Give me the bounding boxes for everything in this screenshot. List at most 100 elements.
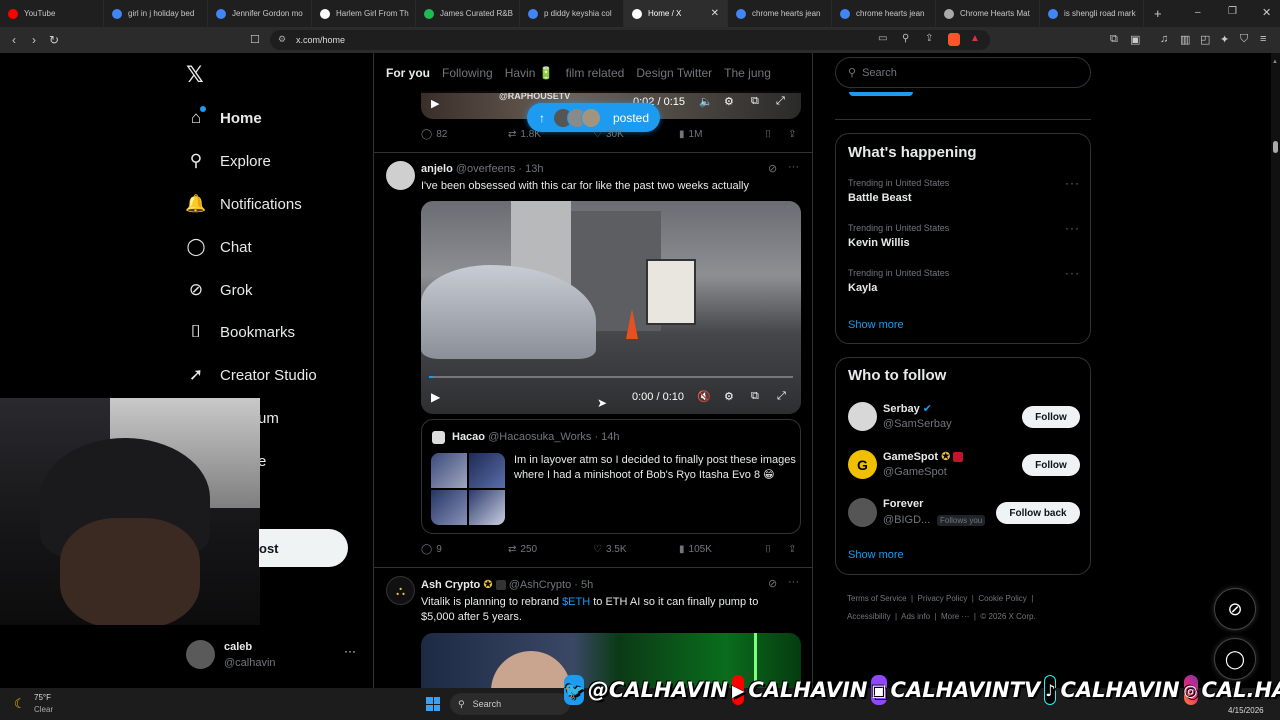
avatar[interactable]: G: [848, 450, 877, 479]
taskbar-search[interactable]: ⚲ Search: [450, 693, 570, 715]
avatar[interactable]: [848, 402, 877, 431]
fullscreen-icon[interactable]: ⤢: [777, 390, 786, 403]
like-button[interactable]: ♡ 30K: [593, 129, 624, 140]
close-tab-icon[interactable]: ✕: [711, 8, 719, 19]
follow-button[interactable]: Follow: [1022, 406, 1080, 428]
forward-icon[interactable]: ›: [24, 33, 44, 47]
more-icon[interactable]: ···: [788, 161, 799, 173]
nav-item-chat[interactable]: ◯ Chat: [186, 235, 251, 259]
browser-tab[interactable]: p diddy keyshia col: [520, 0, 624, 27]
play-icon[interactable]: ▶: [431, 390, 440, 404]
follow-button[interactable]: Follow: [1022, 454, 1080, 476]
quoted-post[interactable]: Hacao @Hacaosuka_Works · 14h Im in layov…: [421, 419, 801, 534]
weather-temp[interactable]: 75°F: [34, 693, 51, 702]
account-switcher[interactable]: caleb @calhavin ···: [186, 638, 361, 674]
nav-item-bookmarks[interactable]: ⌷ Bookmarks: [186, 320, 295, 344]
nav-item-grok[interactable]: ⊘ Grok: [186, 278, 253, 302]
share-post-icon[interactable]: ⇪: [788, 129, 796, 140]
timeline-tab[interactable]: For you: [386, 66, 430, 80]
author-handle[interactable]: @AshCrypto: [509, 579, 572, 591]
new-tab-button[interactable]: +: [1154, 6, 1162, 21]
menu-icon[interactable]: ≡: [1260, 33, 1266, 45]
sidebar-icon[interactable]: ▥: [1180, 33, 1190, 46]
share-icon[interactable]: ⇪: [925, 33, 933, 44]
settings-icon[interactable]: ⚙: [724, 390, 734, 403]
cast-icon[interactable]: ▭: [878, 33, 887, 44]
back-icon[interactable]: ‹: [4, 33, 24, 47]
avatar[interactable]: [848, 498, 877, 527]
footer-link[interactable]: Cookie Policy: [978, 594, 1026, 603]
wallet-icon[interactable]: ◰: [1200, 33, 1210, 46]
show-more-link[interactable]: Show more: [848, 549, 904, 561]
timeline-tab[interactable]: film related: [566, 66, 625, 80]
person-name[interactable]: GameSpot ✪: [883, 450, 964, 463]
settings-icon[interactable]: ⚙: [724, 95, 734, 108]
play-icon[interactable]: ▶: [431, 97, 439, 110]
screenshot-icon[interactable]: ▣: [1130, 33, 1140, 46]
author-handle[interactable]: @overfeens: [456, 163, 515, 175]
post-avatar[interactable]: [386, 161, 415, 190]
bookmark-post-icon[interactable]: ⌷: [765, 544, 771, 555]
more-icon[interactable]: ···: [1065, 176, 1080, 190]
volume-icon[interactable]: 🔈: [699, 95, 713, 108]
post-avatar[interactable]: ⛬: [386, 576, 415, 605]
timeline-tab[interactable]: Havin 🔋: [505, 66, 554, 80]
trend-item[interactable]: Trending in United States Kayla ···: [848, 266, 1080, 302]
post-time[interactable]: 13h: [525, 163, 543, 175]
site-info-icon[interactable]: ⚙: [278, 34, 286, 45]
browser-tab[interactable]: James Curated R&B: [416, 0, 520, 27]
start-button[interactable]: [426, 697, 440, 711]
browser-tab[interactable]: Chrome Hearts Mat: [936, 0, 1040, 27]
brave-shield-icon[interactable]: [948, 33, 960, 46]
footer-link[interactable]: Privacy Policy: [918, 594, 968, 603]
leo-icon[interactable]: ✦: [1220, 33, 1229, 46]
repost-button[interactable]: ⇄ 1.8K: [508, 129, 541, 140]
more-icon[interactable]: ···: [1065, 266, 1080, 280]
browser-tab[interactable]: Home / X ✕: [624, 0, 728, 27]
follow-back-button[interactable]: Follow back: [996, 502, 1080, 524]
mute-icon[interactable]: 🔇: [697, 390, 711, 403]
nav-item-home[interactable]: ⌂ Home: [186, 106, 262, 130]
trend-item[interactable]: Trending in United States Battle Beast ···: [848, 176, 1080, 212]
timeline-tab[interactable]: Design Twitter: [636, 66, 712, 80]
zoom-icon[interactable]: ⚲: [902, 33, 909, 44]
search-box[interactable]: ⚲ Search: [835, 57, 1091, 88]
reply-button[interactable]: ◯ 9: [421, 544, 442, 555]
footer-link[interactable]: Terms of Service: [847, 594, 907, 603]
grok-icon[interactable]: ⊘: [768, 577, 777, 590]
nav-item-explore[interactable]: ⚲ Explore: [186, 149, 271, 173]
cashtag-link[interactable]: $ETH: [562, 596, 590, 608]
more-icon[interactable]: ···: [788, 576, 799, 588]
footer-link[interactable]: More ···: [941, 612, 969, 621]
browser-tab[interactable]: Harlem Girl From Th: [312, 0, 416, 27]
page-scrollbar[interactable]: ▲: [1271, 53, 1280, 688]
footer-link[interactable]: Ads info: [901, 612, 930, 621]
grok-float-button[interactable]: ⊘: [1214, 588, 1256, 630]
close-window-button[interactable]: ✕: [1262, 6, 1271, 19]
post-time[interactable]: 5h: [581, 579, 593, 591]
timeline-tab[interactable]: Following: [442, 66, 493, 80]
browser-tab[interactable]: YouTube: [0, 0, 104, 27]
person-name[interactable]: Serbay ✔: [883, 402, 932, 415]
fullscreen-icon[interactable]: ⤢: [776, 95, 785, 108]
trend-item[interactable]: Trending in United States Kevin Willis ···: [848, 221, 1080, 257]
views-button[interactable]: ▮ 1M: [679, 129, 702, 140]
pip-icon[interactable]: ⧉: [751, 95, 759, 108]
author-name[interactable]: anjelo: [421, 163, 453, 175]
grok-icon[interactable]: ⊘: [768, 162, 777, 175]
maximize-button[interactable]: ❐: [1228, 6, 1237, 17]
quote-images[interactable]: [431, 453, 505, 525]
reload-icon[interactable]: ↻: [44, 33, 64, 47]
nav-item-um[interactable]: um: [258, 406, 279, 430]
minimize-button[interactable]: –: [1195, 7, 1201, 18]
pip-icon[interactable]: ⧉: [751, 390, 759, 403]
post-video[interactable]: ▶ 0:00 / 0:10 🔇 ⚙ ⧉ ⤢: [421, 201, 801, 414]
share-post-icon[interactable]: ⇪: [788, 544, 796, 555]
person-name[interactable]: Forever: [883, 498, 923, 510]
browser-tab[interactable]: is shengli road mark: [1040, 0, 1144, 27]
author-name[interactable]: Ash Crypto: [421, 579, 480, 591]
more-icon[interactable]: ···: [1065, 221, 1080, 235]
nav-item-notifications[interactable]: 🔔 Notifications: [185, 192, 301, 216]
repost-button[interactable]: ⇄ 250: [508, 544, 537, 555]
media-icon[interactable]: ♫: [1160, 33, 1168, 45]
